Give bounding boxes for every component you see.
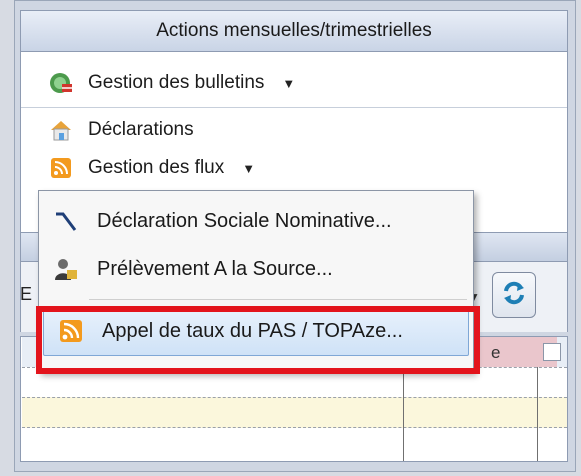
divider (21, 107, 567, 108)
menu-item-pas[interactable]: Prélèvement A la Source... (39, 245, 473, 293)
table-row[interactable] (22, 397, 567, 428)
chevron-down-icon: ▼ (242, 160, 256, 176)
menu-item-dsn[interactable]: Déclaration Sociale Nominative... (39, 197, 473, 245)
column-divider (403, 367, 404, 461)
bulletins-icon (48, 70, 74, 96)
menu-item-dsn-label: Déclaration Sociale Nominative... (97, 209, 392, 232)
column-divider (537, 367, 538, 461)
user-money-icon (53, 256, 79, 282)
menu-separator (89, 299, 467, 300)
declarations-label: Déclarations (88, 119, 194, 140)
house-icon (48, 117, 74, 143)
gestion-bulletins-menu[interactable]: Gestion des bulletins ▼ (48, 70, 295, 96)
chevron-down-icon: ▼ (282, 75, 296, 91)
grid-header-label: e (491, 343, 501, 362)
gestion-flux-label: Gestion des flux (88, 157, 225, 178)
menu-item-pas-label: Prélèvement A la Source... (97, 257, 333, 280)
refresh-icon (500, 279, 528, 312)
highlight-frame (36, 306, 480, 374)
gestion-flux-menu[interactable]: Gestion des flux ▼ (48, 155, 255, 181)
rss-icon (48, 155, 74, 181)
gestion-bulletins-label: Gestion des bulletins (88, 72, 265, 93)
select-all-checkbox[interactable] (543, 343, 561, 361)
dsn-icon (53, 208, 79, 234)
table-row[interactable] (22, 427, 567, 458)
refresh-button[interactable] (492, 272, 536, 318)
panel-title: Actions mensuelles/trimestrielles (20, 10, 568, 52)
filter-combo-label: E (20, 284, 33, 304)
declarations-menu[interactable]: Déclarations (48, 117, 194, 143)
